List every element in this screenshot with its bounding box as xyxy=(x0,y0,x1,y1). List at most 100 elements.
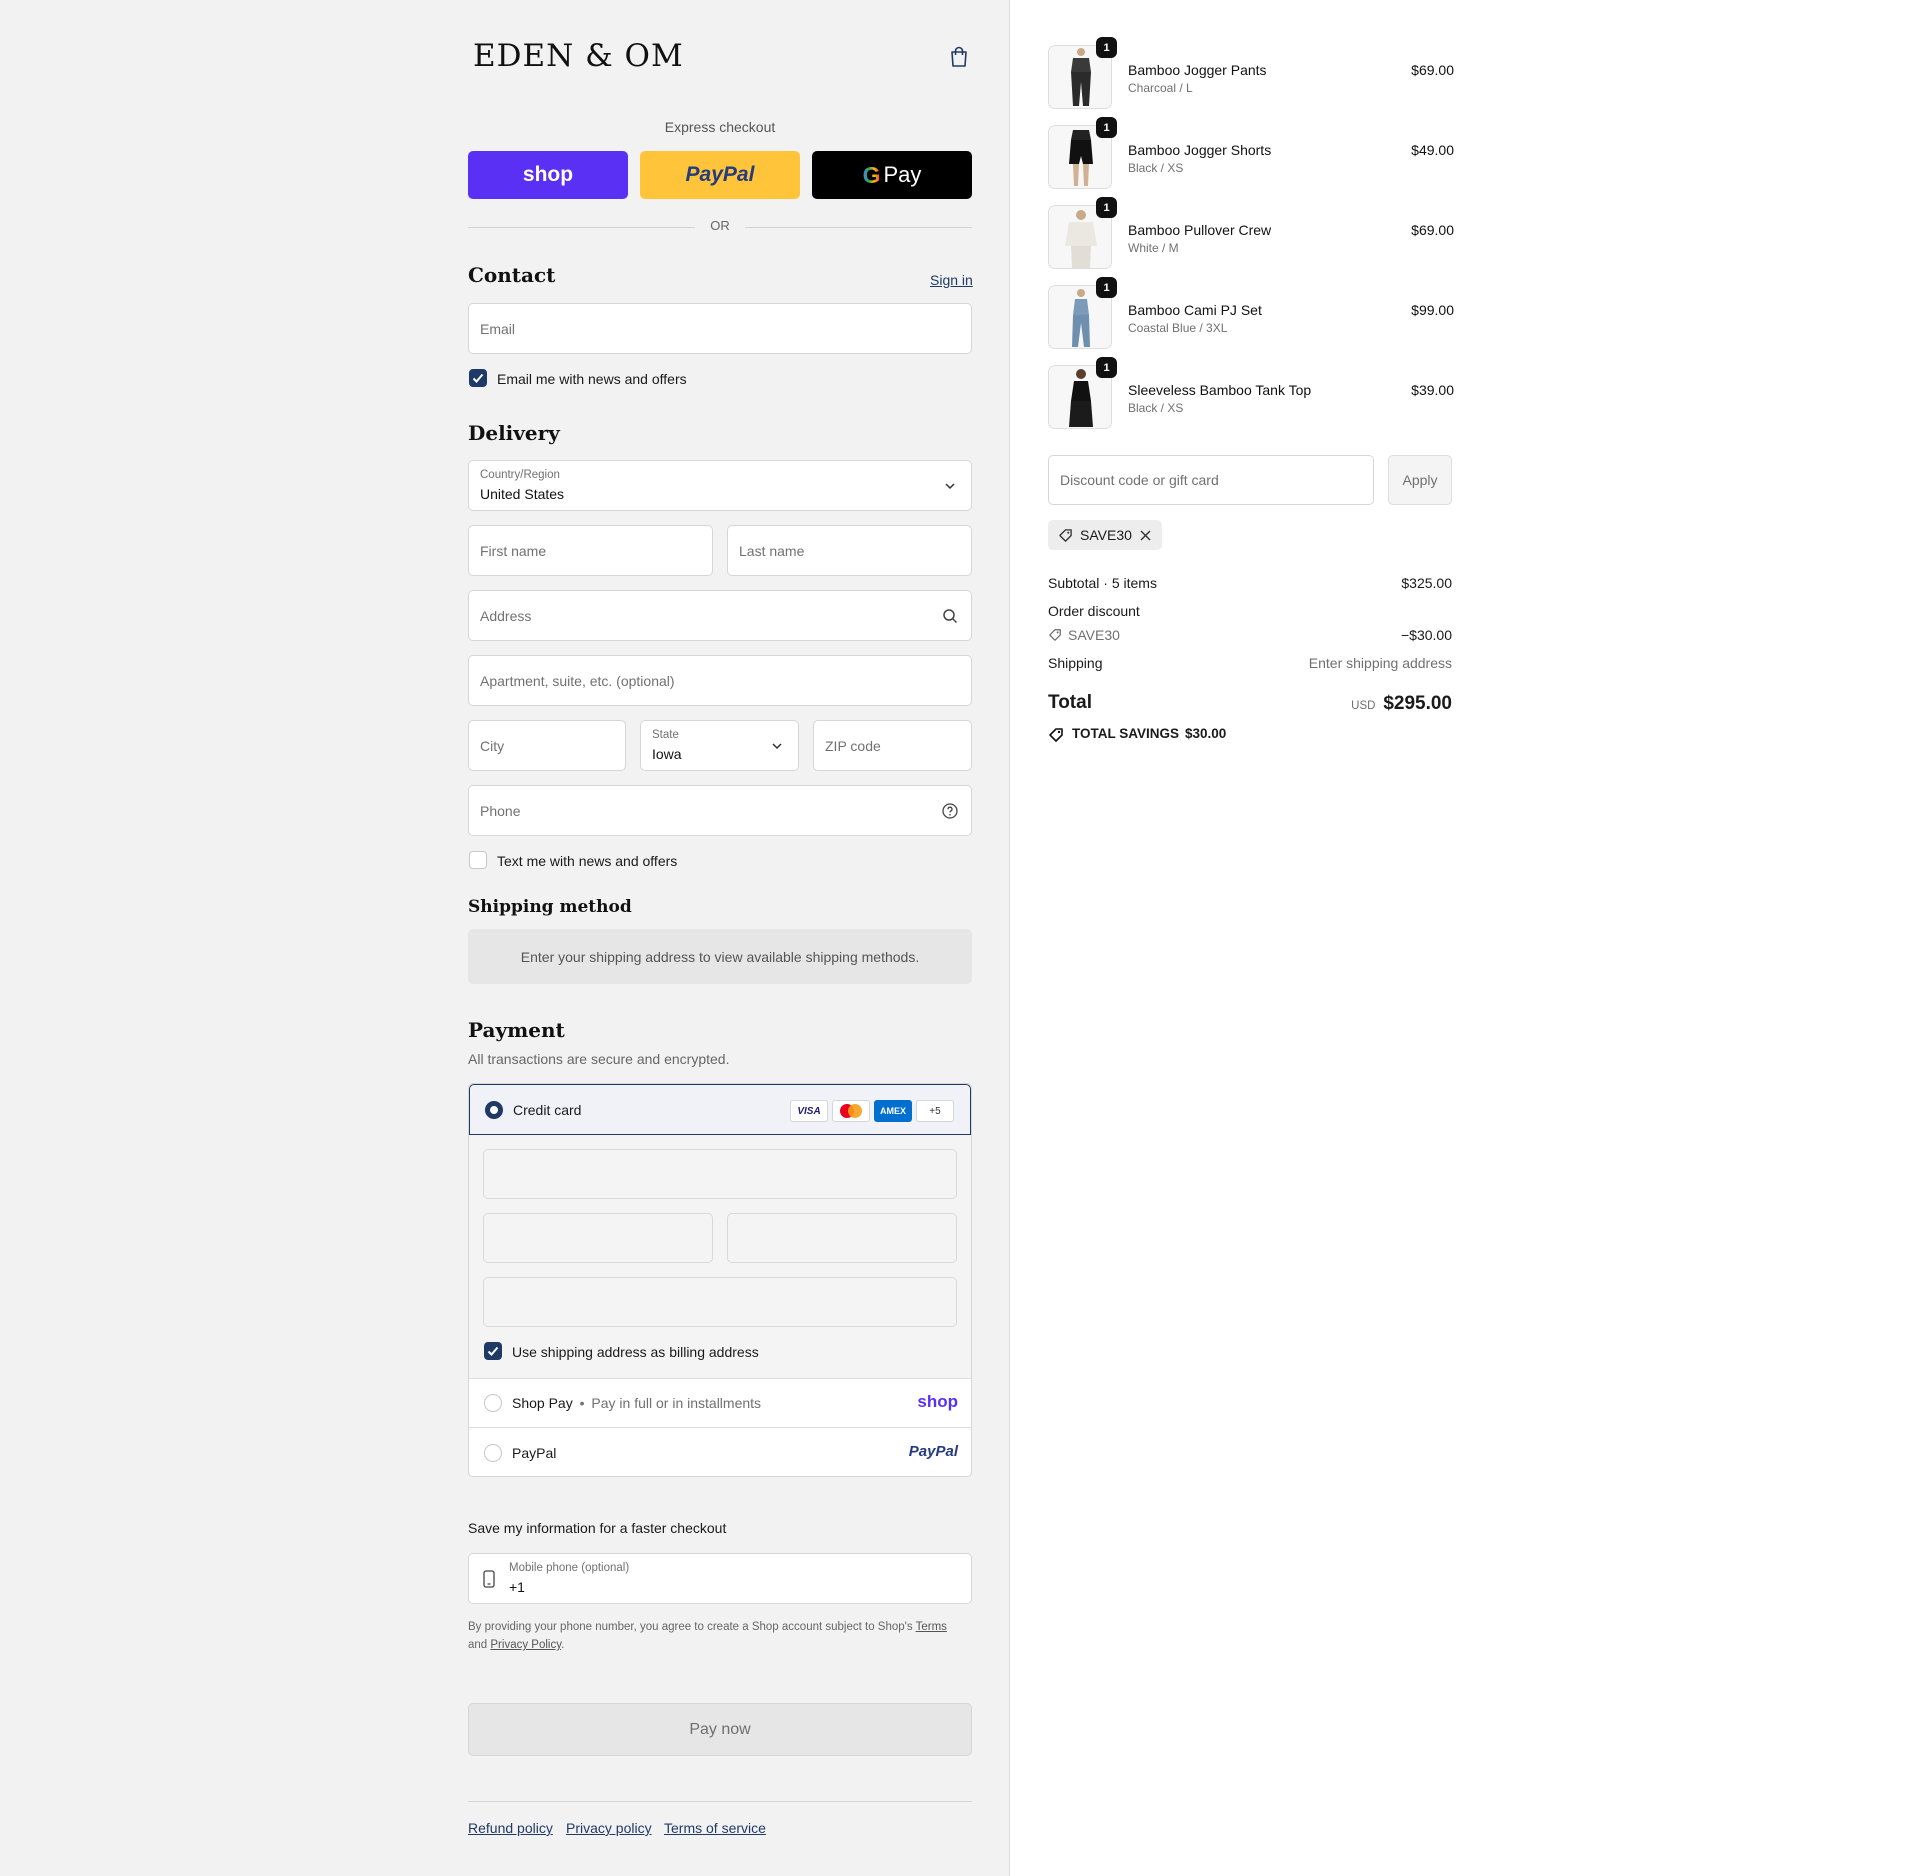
applied-code: SAVE30 xyxy=(1080,527,1132,543)
security-code-field[interactable] xyxy=(727,1213,957,1263)
sign-in-link[interactable]: Sign in xyxy=(930,272,973,288)
paypal-express-button[interactable]: PayPal xyxy=(640,151,800,199)
card-number-field[interactable] xyxy=(483,1149,957,1199)
text-news-checkbox[interactable] xyxy=(469,851,487,869)
total-savings-label: TOTAL SAVINGS xyxy=(1072,726,1180,741)
item-price: $69.00 xyxy=(1411,222,1454,238)
check-icon xyxy=(472,373,484,383)
subtotal-row: Subtotal · 5 items $325.00 xyxy=(1048,575,1452,591)
shop-pay-sublabel: Pay in full or in installments xyxy=(591,1395,762,1411)
discount-code-field[interactable]: Discount code or gift card xyxy=(1048,455,1374,505)
quantity-badge: 1 xyxy=(1096,37,1117,58)
mobile-phone-value: +1 xyxy=(509,1579,525,1595)
shopping-bag-icon[interactable] xyxy=(949,46,969,68)
item-name: Bamboo Jogger Pants xyxy=(1128,62,1267,78)
google-pay-express-button[interactable]: G Pay xyxy=(812,151,972,199)
order-summary-panel xyxy=(1010,0,1920,1876)
phone-field[interactable]: Phone xyxy=(468,785,972,836)
subtotal-label: Subtotal · 5 items xyxy=(1048,575,1157,591)
cart-item: 1 Bamboo Cami PJ Set Coastal Blue / 3XL … xyxy=(1048,277,1454,355)
express-checkout-title: Express checkout xyxy=(664,119,776,135)
expiration-field[interactable] xyxy=(483,1213,713,1263)
save-info-heading: Save my information for a faster checkou… xyxy=(468,1520,727,1536)
privacy-policy-footer-link[interactable]: Privacy policy xyxy=(566,1820,652,1836)
payment-subtitle: All transactions are secure and encrypte… xyxy=(468,1051,730,1067)
total-label: Total xyxy=(1048,692,1092,713)
email-field[interactable]: Email xyxy=(468,303,972,354)
tag-icon xyxy=(1049,629,1061,641)
contact-heading: Contact xyxy=(468,263,556,287)
first-name-field[interactable]: First name xyxy=(468,525,713,576)
zip-placeholder: ZIP code xyxy=(825,737,881,754)
apartment-field[interactable]: Apartment, suite, etc. (optional) xyxy=(468,655,972,706)
item-price: $49.00 xyxy=(1411,142,1454,158)
state-value: Iowa xyxy=(652,746,682,762)
total-savings-value: $30.00 xyxy=(1185,726,1227,741)
item-variant: White / M xyxy=(1128,241,1179,255)
legal-period: . xyxy=(561,1639,565,1651)
order-discount-label: Order discount xyxy=(1048,603,1140,619)
credit-card-option[interactable]: Credit card VISA AMEX +5 xyxy=(469,1084,971,1135)
last-name-field[interactable]: Last name xyxy=(727,525,972,576)
close-icon[interactable] xyxy=(1140,530,1151,541)
quantity-badge: 1 xyxy=(1096,197,1117,218)
shop-pay-radio[interactable] xyxy=(484,1394,502,1412)
first-name-placeholder: First name xyxy=(480,542,547,559)
cart-item: 1 Sleeveless Bamboo Tank Top Black / XS … xyxy=(1048,357,1454,435)
terms-link[interactable]: Terms xyxy=(916,1621,947,1633)
more-cards-badge: +5 xyxy=(916,1100,954,1122)
mobile-phone-label: Mobile phone (optional) xyxy=(509,1562,630,1574)
shop-pay-option[interactable]: Shop Pay • Pay in full or in installment… xyxy=(469,1379,971,1428)
shipping-value: Enter shipping address xyxy=(1308,655,1452,671)
legal-prefix: By providing your phone number, you agre… xyxy=(468,1621,913,1633)
payment-options: Credit card VISA AMEX +5 Use shipping ad… xyxy=(468,1083,972,1477)
zip-field[interactable]: ZIP code xyxy=(813,720,972,771)
city-field[interactable]: City xyxy=(468,720,626,771)
paypal-radio[interactable] xyxy=(484,1444,502,1462)
brand-logo[interactable]: EDEN & OM xyxy=(473,38,684,74)
credit-card-radio[interactable] xyxy=(485,1101,503,1119)
privacy-policy-link[interactable]: Privacy Policy xyxy=(490,1639,561,1651)
item-variant: Coastal Blue / 3XL xyxy=(1128,321,1228,335)
shop-pay-label: Shop Pay xyxy=(512,1395,573,1411)
delivery-heading: Delivery xyxy=(468,421,560,445)
shipping-method-heading: Shipping method xyxy=(468,897,632,917)
credit-card-form: Use shipping address as billing address xyxy=(469,1135,971,1379)
quantity-badge: 1 xyxy=(1096,357,1117,378)
discount-placeholder: Discount code or gift card xyxy=(1060,472,1219,488)
pay-now-button[interactable]: Pay now xyxy=(468,1703,972,1756)
shop-pay-logo: shop xyxy=(917,1392,958,1411)
apply-button[interactable]: Apply xyxy=(1388,455,1452,505)
address-placeholder: Address xyxy=(480,607,532,624)
terms-of-service-link[interactable]: Terms of service xyxy=(664,1820,766,1836)
shop-legal-text: By providing your phone number, you agre… xyxy=(468,1618,972,1654)
shipping-method-notice: Enter your shipping address to view avai… xyxy=(468,929,972,984)
legal-and: and xyxy=(468,1639,488,1651)
state-select[interactable]: State Iowa xyxy=(640,720,799,771)
shop-pay-express-button[interactable]: shop xyxy=(468,151,628,199)
email-news-checkbox[interactable] xyxy=(469,369,487,387)
refund-policy-link[interactable]: Refund policy xyxy=(468,1820,553,1836)
mobile-phone-field[interactable]: Mobile phone (optional) +1 xyxy=(468,1553,972,1604)
paypal-option[interactable]: PayPal PayPal xyxy=(469,1429,971,1476)
or-divider: OR xyxy=(468,218,972,236)
cart-item: 1 Bamboo Pullover Crew White / M $69.00 xyxy=(1048,197,1454,275)
item-variant: Charcoal / L xyxy=(1128,81,1193,95)
item-name: Bamboo Pullover Crew xyxy=(1128,222,1272,238)
billing-address-label: Use shipping address as billing address xyxy=(512,1344,759,1360)
footer-divider xyxy=(468,1801,972,1802)
tag-icon xyxy=(1049,728,1063,742)
billing-address-checkbox[interactable] xyxy=(484,1342,502,1360)
subtotal-value: $325.00 xyxy=(1401,575,1452,591)
name-on-card-field[interactable] xyxy=(483,1277,957,1327)
apartment-placeholder: Apartment, suite, etc. (optional) xyxy=(480,672,675,689)
credit-card-label: Credit card xyxy=(513,1102,582,1118)
item-name: Bamboo Jogger Shorts xyxy=(1128,142,1272,158)
cart-item: 1 Bamboo Jogger Pants Charcoal / L $69.0… xyxy=(1048,37,1454,115)
help-circle-icon[interactable] xyxy=(942,802,958,819)
country-select[interactable]: Country/Region United States xyxy=(468,460,972,511)
item-price: $39.00 xyxy=(1411,382,1454,398)
address-field[interactable]: Address xyxy=(468,590,972,641)
shipping-row: Shipping Enter shipping address xyxy=(1048,655,1452,671)
search-icon xyxy=(943,608,958,623)
